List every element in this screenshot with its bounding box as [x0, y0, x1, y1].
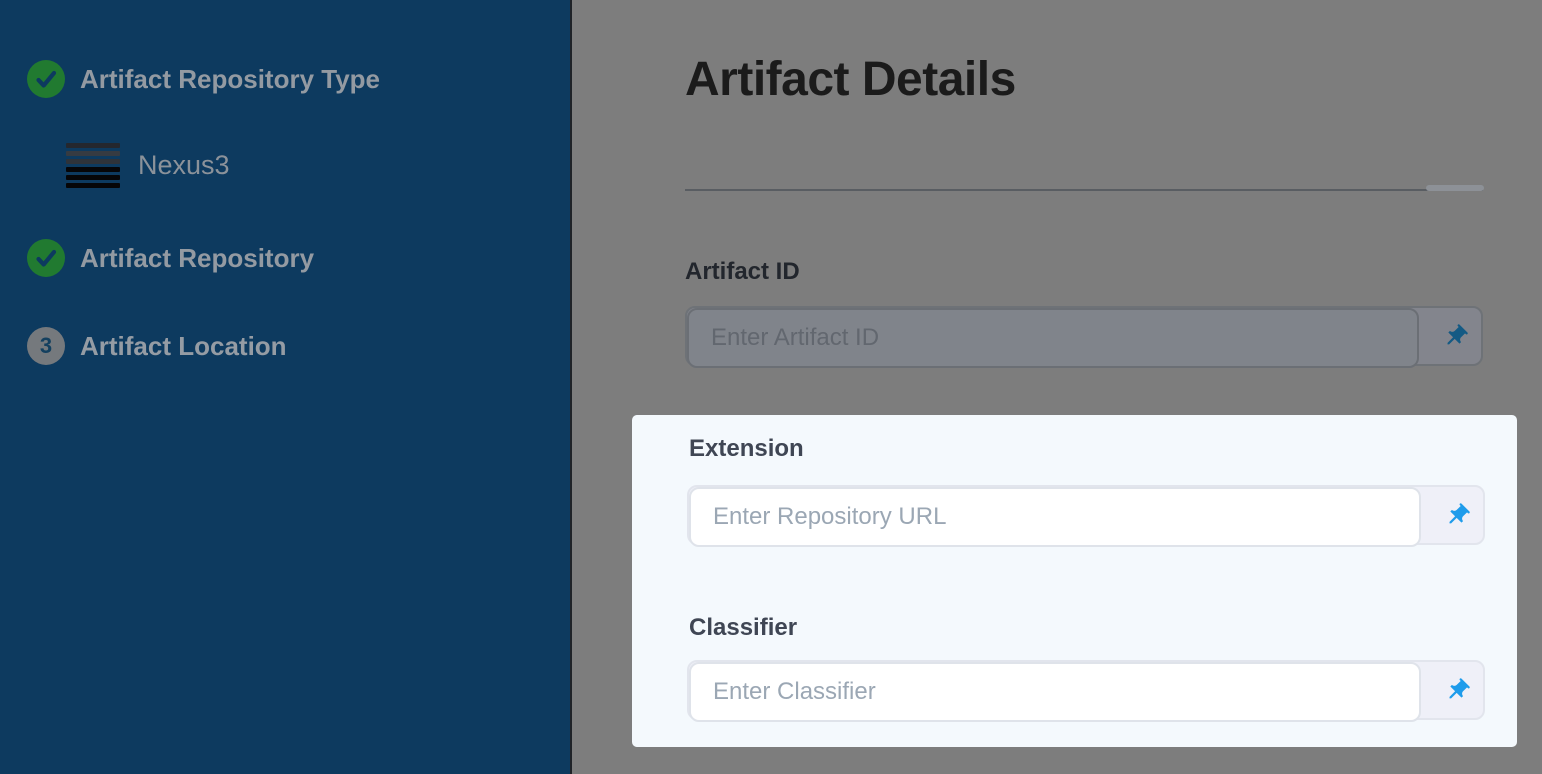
- extension-input[interactable]: [689, 487, 1421, 547]
- field-label: Extension: [689, 435, 804, 463]
- field-label: Artifact ID: [685, 258, 800, 286]
- pin-button[interactable]: [1431, 487, 1483, 543]
- input-group: [687, 485, 1485, 545]
- sidebar-item-nexus3[interactable]: Nexus3: [66, 141, 230, 189]
- pin-icon: [1436, 317, 1474, 355]
- nexus3-logo-icon: [66, 143, 120, 188]
- step-label: Artifact Location: [80, 331, 287, 362]
- artifact-id-input[interactable]: [687, 308, 1419, 368]
- pin-button[interactable]: [1431, 662, 1483, 718]
- step-number: 3: [40, 333, 52, 359]
- section-divider: [685, 189, 1483, 191]
- check-circle-icon: [27, 239, 65, 277]
- check-circle-icon: [27, 60, 65, 98]
- classifier-input[interactable]: [689, 662, 1421, 722]
- selected-repository-type-label: Nexus3: [138, 150, 230, 181]
- main-content: Artifact Details Artifact ID Extension: [572, 0, 1542, 774]
- wizard-sidebar: Artifact Repository Type Nexus3 Artifact…: [0, 0, 572, 774]
- step-label: Artifact Repository Type: [80, 64, 380, 95]
- step-label: Artifact Repository: [80, 243, 314, 274]
- pin-icon: [1438, 671, 1476, 709]
- sidebar-step-artifact-location[interactable]: 3 Artifact Location: [27, 327, 287, 365]
- field-label: Classifier: [689, 614, 797, 642]
- pin-button[interactable]: [1429, 308, 1481, 364]
- step-number-badge: 3: [27, 327, 65, 365]
- wizard-screen: Artifact Repository Type Nexus3 Artifact…: [0, 0, 1542, 774]
- sidebar-step-artifact-repository[interactable]: Artifact Repository: [27, 239, 314, 277]
- sidebar-step-artifact-repository-type[interactable]: Artifact Repository Type: [27, 60, 380, 98]
- scrollbar-thumb[interactable]: [1426, 185, 1484, 191]
- pin-icon: [1438, 496, 1476, 534]
- page-title: Artifact Details: [685, 52, 1016, 107]
- tour-highlight-panel: Extension Classifier: [632, 415, 1517, 747]
- input-group: [687, 660, 1485, 720]
- input-group: [685, 306, 1483, 366]
